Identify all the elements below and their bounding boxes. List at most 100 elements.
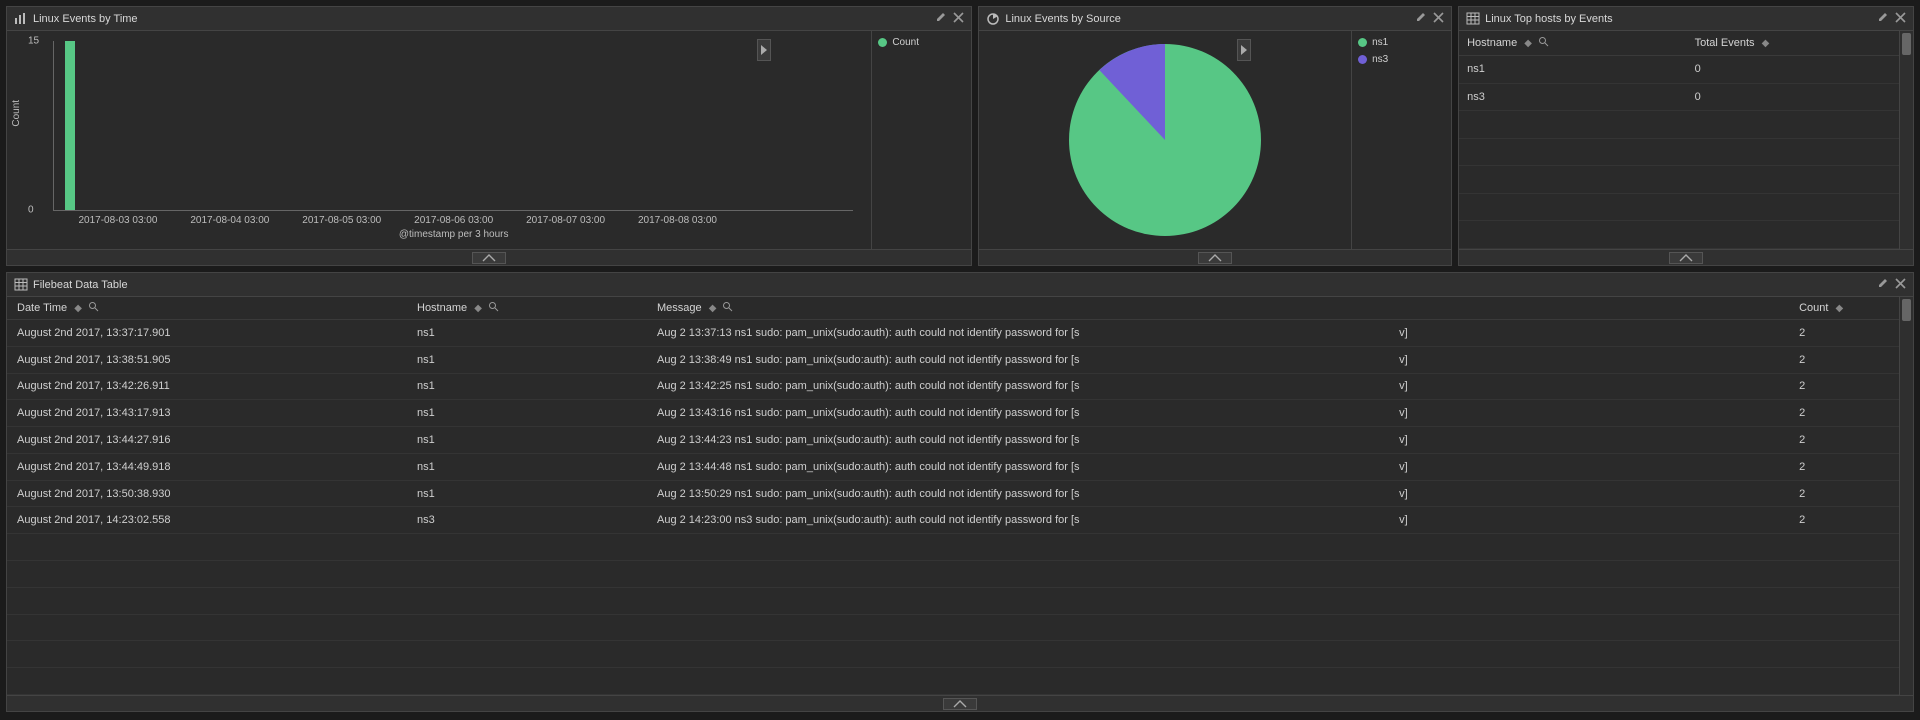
- search-icon[interactable]: [723, 303, 732, 314]
- edit-icon[interactable]: [936, 12, 946, 25]
- pie-chart: [979, 31, 1351, 249]
- top-hosts-table: Hostname ◆ Total Events ◆: [1459, 31, 1899, 249]
- cell-message-tail: v]: [1389, 507, 1789, 534]
- x-tick: 2017-08-04 03:00: [190, 215, 269, 226]
- cell-message-tail: v]: [1389, 427, 1789, 454]
- scrollbar-thumb[interactable]: [1902, 299, 1911, 321]
- cell-message: Aug 2 13:42:25 ns1 sudo: pam_unix(sudo:a…: [647, 373, 1389, 400]
- table-row[interactable]: August 2nd 2017, 13:43:17.913ns1Aug 2 13…: [7, 400, 1899, 427]
- legend-label: Count: [892, 37, 919, 48]
- x-tick: 2017-08-06 03:00: [414, 215, 493, 226]
- search-icon[interactable]: [89, 303, 98, 314]
- panel-top-hosts: Linux Top hosts by Events Hostname ◆: [1458, 6, 1914, 266]
- cell-message: Aug 2 13:38:49 ns1 sudo: pam_unix(sudo:a…: [647, 346, 1389, 373]
- col-hostname[interactable]: Hostname ◆: [407, 297, 647, 320]
- cell-message-tail: v]: [1389, 346, 1789, 373]
- cell-count: 2: [1789, 346, 1899, 373]
- panel-tray-button[interactable]: [472, 252, 506, 264]
- cell-datetime: August 2nd 2017, 13:37:17.901: [7, 320, 407, 347]
- cell-hostname: ns1: [407, 373, 647, 400]
- sort-icon[interactable]: ◆: [1836, 303, 1844, 314]
- bar-chart-icon: [15, 13, 27, 24]
- cell-message: Aug 2 13:37:13 ns1 sudo: pam_unix(sudo:a…: [647, 320, 1389, 347]
- sort-icon[interactable]: ◆: [74, 303, 82, 314]
- col-message[interactable]: Message ◆: [647, 297, 1389, 320]
- cell-datetime: August 2nd 2017, 13:42:26.911: [7, 373, 407, 400]
- panel-tray-button[interactable]: [1669, 252, 1703, 264]
- table-row[interactable]: August 2nd 2017, 13:44:49.918ns1Aug 2 13…: [7, 453, 1899, 480]
- close-icon[interactable]: [954, 13, 963, 25]
- table-row[interactable]: August 2nd 2017, 13:38:51.905ns1Aug 2 13…: [7, 346, 1899, 373]
- legend-collapse-button[interactable]: [757, 39, 771, 61]
- y-tick: 0: [28, 205, 34, 216]
- cell-message-tail: v]: [1389, 373, 1789, 400]
- table-row[interactable]: August 2nd 2017, 13:37:17.901ns1Aug 2 13…: [7, 320, 1899, 347]
- legend-item[interactable]: Count: [878, 37, 965, 48]
- panel-title: Linux Events by Time: [33, 13, 138, 25]
- edit-icon[interactable]: [1878, 12, 1888, 25]
- y-tick: 15: [28, 36, 39, 47]
- table-icon: [15, 279, 27, 290]
- panel-title: Filebeat Data Table: [33, 279, 128, 291]
- col-hostname[interactable]: Hostname ◆: [1459, 31, 1687, 56]
- cell-message-tail: v]: [1389, 480, 1789, 507]
- x-tick: 2017-08-03 03:00: [78, 215, 157, 226]
- sort-icon[interactable]: ◆: [474, 303, 482, 314]
- cell-hostname: ns3: [407, 507, 647, 534]
- table-row[interactable]: August 2nd 2017, 13:44:27.916ns1Aug 2 13…: [7, 427, 1899, 454]
- cell-hostname: ns1: [1459, 56, 1687, 84]
- close-icon[interactable]: [1896, 13, 1905, 25]
- table-row[interactable]: ns3 0: [1459, 83, 1899, 111]
- x-tick: 2017-08-08 03:00: [638, 215, 717, 226]
- panel-tray-button[interactable]: [1198, 252, 1232, 264]
- cell-datetime: August 2nd 2017, 13:44:27.916: [7, 427, 407, 454]
- legend-collapse-button[interactable]: [1237, 39, 1251, 61]
- scrollbar-thumb[interactable]: [1902, 33, 1911, 55]
- edit-icon[interactable]: [1878, 278, 1888, 291]
- close-icon[interactable]: [1434, 13, 1443, 25]
- legend-item[interactable]: ns3: [1358, 54, 1445, 65]
- close-icon[interactable]: [1896, 279, 1905, 291]
- sort-icon[interactable]: ◆: [1524, 38, 1532, 49]
- edit-icon[interactable]: [1416, 12, 1426, 25]
- search-icon[interactable]: [489, 303, 498, 314]
- table-row[interactable]: August 2nd 2017, 13:42:26.911ns1Aug 2 13…: [7, 373, 1899, 400]
- cell-hostname: ns1: [407, 427, 647, 454]
- cell-message-tail: v]: [1389, 400, 1789, 427]
- filebeat-table: Date Time ◆ Hostname ◆ Mes: [7, 297, 1899, 695]
- scrollbar[interactable]: [1899, 297, 1913, 695]
- sort-icon[interactable]: ◆: [709, 303, 717, 314]
- sort-icon[interactable]: ◆: [1762, 38, 1770, 49]
- cell-count: 2: [1789, 427, 1899, 454]
- cell-message-tail: v]: [1389, 320, 1789, 347]
- x-tick: 2017-08-07 03:00: [526, 215, 605, 226]
- legend-label: ns1: [1372, 37, 1388, 48]
- scrollbar[interactable]: [1899, 31, 1913, 249]
- legend-label: ns3: [1372, 54, 1388, 65]
- table-icon: [1467, 13, 1479, 24]
- legend-item[interactable]: ns1: [1358, 37, 1445, 48]
- cell-message-tail: v]: [1389, 453, 1789, 480]
- panel-events-by-time: Linux Events by Time Count 15 0 2017-08-…: [6, 6, 972, 266]
- cell-hostname: ns1: [407, 480, 647, 507]
- search-icon[interactable]: [1539, 38, 1548, 49]
- x-axis-label: @timestamp per 3 hours: [399, 229, 509, 240]
- pie-chart-icon: [987, 13, 999, 25]
- table-row[interactable]: August 2nd 2017, 13:50:38.930ns1Aug 2 13…: [7, 480, 1899, 507]
- panel-title: Linux Events by Source: [1005, 13, 1121, 25]
- col-total-events[interactable]: Total Events ◆: [1687, 31, 1900, 56]
- table-row[interactable]: ns1 0: [1459, 56, 1899, 84]
- cell-total: 0: [1687, 56, 1900, 84]
- legend-swatch: [878, 38, 887, 47]
- legend-swatch: [1358, 55, 1367, 64]
- panel-header: Linux Events by Time: [7, 7, 971, 31]
- col-datetime[interactable]: Date Time ◆: [7, 297, 407, 320]
- cell-message: Aug 2 14:23:00 ns3 sudo: pam_unix(sudo:a…: [647, 507, 1389, 534]
- cell-hostname: ns1: [407, 346, 647, 373]
- panel-events-by-source: Linux Events by Source: [978, 6, 1452, 266]
- table-row[interactable]: August 2nd 2017, 14:23:02.558ns3Aug 2 14…: [7, 507, 1899, 534]
- panel-tray-button[interactable]: [943, 698, 977, 710]
- col-count[interactable]: Count ◆: [1789, 297, 1899, 320]
- cell-datetime: August 2nd 2017, 13:50:38.930: [7, 480, 407, 507]
- cell-count: 2: [1789, 480, 1899, 507]
